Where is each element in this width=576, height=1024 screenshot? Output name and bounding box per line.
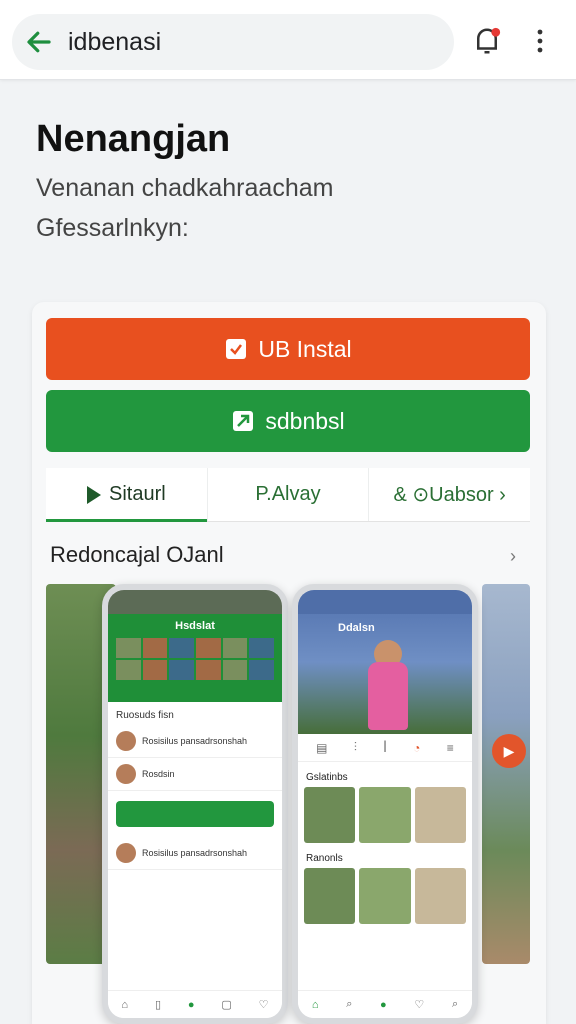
list-item-text: Rosisilus pansadrsonshah	[142, 736, 248, 746]
phone-screenshot-1[interactable]: Hsdslat Ruosuds fisn Rosisilus pansadrso…	[102, 584, 288, 1024]
photo-grid-2	[298, 868, 472, 924]
chevron-right-icon[interactable]: ›	[510, 546, 516, 567]
status-bar	[108, 590, 282, 614]
install-button-label: UB Instal	[258, 335, 352, 362]
address-bar[interactable]: idbenasi	[12, 14, 454, 70]
phone-screenshot-2[interactable]: Ddalsn ▤ ⫶ ꟾ ◔ ≡ Gslatinbs Ranonls ⌂ ⌕ ● ♡ ⌕	[292, 584, 478, 1024]
back-arrow-icon[interactable]	[24, 27, 54, 57]
avatar	[116, 764, 136, 784]
screenshot-gallery[interactable]: ▶ Hsdslat Ruosuds fisn Rosisilus pansadr…	[46, 584, 530, 1024]
phone2-action-row: ▤ ⫶ ꟾ ◔ ≡	[298, 734, 472, 762]
photo-grid	[298, 787, 472, 843]
address-text: idbenasi	[68, 27, 162, 56]
list-item-text: Rosisilus pansadrsonshah	[142, 848, 248, 858]
tab-overview[interactable]: Sitaurl	[46, 468, 208, 522]
gallery-image-right	[482, 584, 530, 964]
share-icon	[233, 411, 254, 431]
page-title: Nenangjan	[36, 118, 231, 160]
play-fab-icon[interactable]: ▶	[492, 734, 526, 768]
more-options-icon[interactable]	[528, 26, 552, 56]
section-title: Redoncajal OJanl	[50, 542, 224, 567]
phone2-grid-title: Gslatinbs	[306, 772, 348, 783]
phone1-header-title: Hsdslat	[175, 620, 215, 632]
page-subtitle-2: Gfessarlnkyn:	[36, 214, 189, 242]
phone1-nav-bar: ⌂ ▯ ● ▢ ♡	[108, 990, 282, 1018]
list-item-text: Rosdsin	[142, 769, 175, 779]
avatar	[116, 843, 136, 863]
install-icon	[226, 339, 247, 359]
list-item: Rosisilus pansadrsonshah	[108, 837, 282, 870]
phone1-header: Hsdslat	[108, 614, 282, 702]
phone2-second-title: Ranonls	[306, 853, 343, 864]
phone1-green-bar	[116, 801, 274, 827]
tab-about[interactable]: & ⊙Uabsor ›	[369, 468, 530, 521]
phone2-hero-image: Ddalsn	[298, 614, 472, 734]
page-subtitle-1: Venanan chadkahraacham	[36, 174, 334, 202]
list-item: Rosisilus pansadrsonshah	[108, 725, 282, 758]
tab-bar: Sitaurl P.Alvay & ⊙Uabsor ›	[46, 468, 530, 522]
phone2-header-title: Ddalsn	[338, 622, 375, 634]
app-card: UB Instal sdbnbsl Sitaurl P.Alvay & ⊙Uab…	[32, 302, 546, 1024]
notification-icon[interactable]	[472, 26, 502, 56]
tab-overview-label: Sitaurl	[108, 483, 166, 505]
tab-about-label: & ⊙Uabsor ›	[393, 484, 506, 506]
secondary-button[interactable]: sdbnbsl	[46, 390, 530, 452]
secondary-button-label: sdbnbsl	[265, 407, 345, 434]
list-item: Rosdsin	[108, 758, 282, 791]
play-icon	[86, 485, 101, 504]
phone2-nav-bar: ⌂ ⌕ ● ♡ ⌕	[298, 990, 472, 1018]
tab-play-label: P.Alvay	[255, 483, 321, 505]
status-bar	[298, 590, 472, 614]
avatar	[116, 731, 136, 751]
phone1-list-title: Ruosuds fisn	[116, 710, 174, 721]
tab-play[interactable]: P.Alvay	[208, 468, 370, 521]
install-button[interactable]: UB Instal	[46, 318, 530, 380]
browser-toolbar: idbenasi	[0, 0, 576, 80]
thumbnail-strip	[116, 638, 274, 680]
